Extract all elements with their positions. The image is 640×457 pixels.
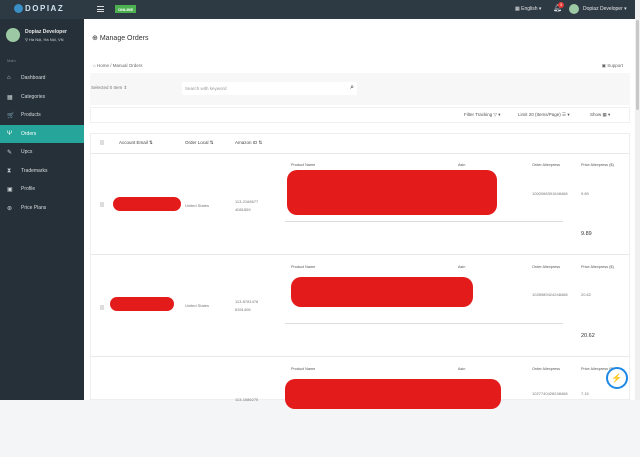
hourglass-icon: ⧗ <box>7 167 12 174</box>
menu-toggle-icon[interactable] <box>97 6 104 12</box>
select-all-checkbox[interactable] <box>100 140 104 145</box>
redacted-product <box>285 379 501 409</box>
avatar <box>6 28 20 42</box>
list-icon: ☰ <box>562 112 567 117</box>
price-icon: ⊛ <box>7 205 13 212</box>
sidebar-item-trademarks[interactable]: ⧗ Trademarks <box>0 162 84 180</box>
key-icon: ✎ <box>7 149 13 156</box>
sidebar-item-products[interactable]: 🛒 Products <box>0 106 84 124</box>
columns-icon: ▦ <box>602 112 607 117</box>
filter-bar <box>90 73 630 105</box>
support-link[interactable]: ▣ Support <box>602 63 623 69</box>
breadcrumb-home[interactable]: Home <box>97 63 109 68</box>
row-checkbox[interactable] <box>100 305 104 310</box>
main-content: ⊕ Manage Orders ⌂ Home / Manual Orders ▣… <box>84 19 635 409</box>
page-title: ⊕ Manage Orders <box>92 35 149 42</box>
sidebar-item-upcs[interactable]: ✎ Upcs <box>0 143 84 161</box>
sidebar-item-price-plans[interactable]: ⊛ Price Plans <box>0 199 84 217</box>
logo-icon <box>14 4 23 14</box>
user-menu[interactable]: Dopiaz Developer ▾ <box>583 6 627 12</box>
scrollbar-thumb[interactable] <box>636 20 639 110</box>
table-row: United States 113-2168677 4081859 Produc… <box>91 153 629 254</box>
column-account-email[interactable]: Account Email ⇅ <box>119 140 153 146</box>
sidebar: Dopiaz Developer ⚲ Hà Nội, Hà Nội, VN Ma… <box>0 19 84 400</box>
breadcrumb: ⌂ Home / Manual Orders <box>93 63 143 68</box>
top-bar: DOPIAZ ONLINE ▦ English ▾ 🔔︎ 3 Dopiaz De… <box>0 0 640 19</box>
notification-count: 3 <box>558 2 564 8</box>
orders-icon: Ψ <box>7 131 13 137</box>
selected-items-dropdown[interactable]: Selected 0 Item ⇕ <box>91 85 127 91</box>
divider <box>285 221 563 222</box>
sidebar-item-categories[interactable]: ▦ Categories <box>0 88 84 106</box>
redacted-product <box>287 170 497 215</box>
language-select[interactable]: ▦ English ▾ <box>515 6 541 12</box>
column-order-local[interactable]: Order Local ⇅ <box>185 140 214 146</box>
filter-tracking-button[interactable]: Filter Tracking ▽ ▾ <box>464 112 501 118</box>
redacted-email <box>110 297 174 311</box>
logo[interactable]: DOPIAZ <box>14 4 64 14</box>
user-location: ⚲ Hà Nội, Hà Nội, VN <box>25 37 64 42</box>
categories-icon: ▦ <box>7 94 13 101</box>
divider <box>285 323 563 324</box>
profile-icon: ▣ <box>7 186 13 193</box>
home-icon: ⌂ <box>93 63 96 68</box>
user-name: Dopiaz Developer <box>25 29 67 35</box>
order-total: 9.89 <box>581 231 592 237</box>
redacted-product <box>291 277 473 307</box>
status-badge: ONLINE <box>115 5 137 13</box>
limit-dropdown[interactable]: Limit 20 (Items/Page) ☰ ▾ <box>518 112 570 118</box>
redacted-email <box>113 197 181 211</box>
order-total: 20.62 <box>581 333 595 339</box>
messenger-chat-button[interactable]: ⚡ <box>606 367 628 389</box>
row-checkbox[interactable] <box>100 202 104 207</box>
sidebar-item-profile[interactable]: ▣ Profile <box>0 180 84 198</box>
sidebar-item-dashboard[interactable]: ⌂ Dashboard <box>0 69 84 87</box>
sidebar-item-orders[interactable]: Ψ Orders <box>0 125 84 143</box>
search-input[interactable]: Search with keyword ⌕ <box>182 82 357 95</box>
avatar[interactable] <box>569 4 579 14</box>
orders-table: Account Email ⇅ Order Local ⇅ Amazon ID … <box>90 133 630 409</box>
search-icon[interactable]: ⌕ <box>350 84 354 92</box>
show-columns-dropdown[interactable]: Show ▦ ▾ <box>590 112 610 118</box>
filter-icon: ▽ <box>493 112 497 117</box>
scrollbar[interactable] <box>635 0 640 400</box>
column-amazon-id[interactable]: Amazon ID ⇅ <box>235 140 262 146</box>
section-label: Main <box>7 58 16 63</box>
table-row: United States 113-8781478 6391406 Produc… <box>91 254 629 355</box>
cart-icon: 🛒 <box>7 112 15 119</box>
home-icon: ⌂ <box>7 75 11 81</box>
table-row: 113-1586275 Product Name Asin Order Alie… <box>91 356 629 457</box>
